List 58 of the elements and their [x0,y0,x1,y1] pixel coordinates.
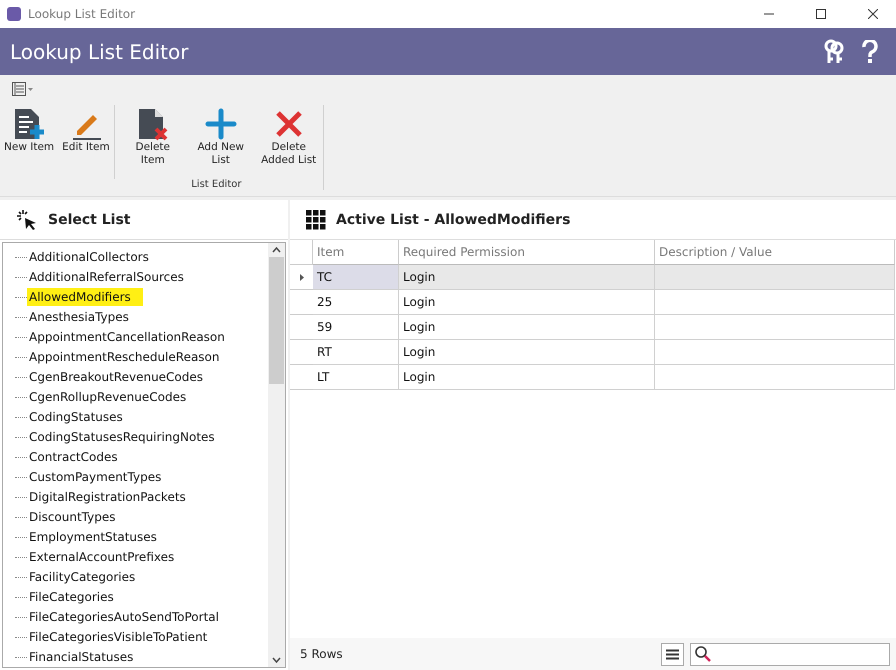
app-logo-icon [6,6,22,22]
list-item[interactable]: CgenRollupRevenueCodes [27,388,198,406]
ribbon-menu-icon[interactable] [12,82,34,96]
table-cell: Login [399,265,655,290]
list-item[interactable]: FacilityCategories [27,568,148,586]
list-item[interactable]: FileCategoriesVisibleToPatient [27,628,220,646]
table-cell: LT [313,365,399,390]
row-pointer-icon [300,274,304,280]
table-cell: 25 [313,290,399,315]
header-corner [290,240,313,265]
list-item[interactable]: CodingStatusesRequiringNotes [27,428,227,446]
list-item[interactable]: CodingStatuses [27,408,135,426]
table-cell: RT [313,340,399,365]
list-item[interactable]: AnesthesiaTypes [27,308,141,326]
list-item[interactable]: AllowedModifiers [27,288,143,306]
ribbon-button[interactable]: Delete Item [118,105,187,179]
menu-button[interactable] [661,642,684,666]
table-cell: 59 [313,315,399,340]
panel-title: Active List - AllowedModifiers [336,212,570,228]
panel-title: Select List [48,212,130,228]
header-title: Lookup List Editor [10,40,190,64]
list-item[interactable]: FinancialStatuses [27,648,146,666]
list-item[interactable]: DigitalRegistrationPackets [27,488,198,506]
search-icon [694,645,712,663]
plus-icon [204,107,237,141]
list-item[interactable]: DiscountTypes [27,508,128,526]
table-cell: Login [399,340,655,365]
list-item[interactable]: AdditionalReferralSources [27,268,196,286]
ribbon-button[interactable]: Delete Added List [254,105,323,179]
search-field[interactable] [690,642,890,666]
list-item[interactable]: AppointmentRescheduleReason [27,348,232,366]
row-count: 5 Rows [300,647,344,661]
group-label: List Editor [190,179,242,190]
document-plus-icon [13,107,46,141]
cursor-click-icon [16,208,38,230]
list-item[interactable]: EmploymentStatuses [27,528,169,546]
window-title: Lookup List Editor [28,7,136,21]
close-icon [868,9,878,19]
document-delete-icon [136,107,169,141]
list-item[interactable]: AdditionalCollectors [27,248,161,266]
grid-icon [306,210,326,230]
maximize-icon [816,9,826,19]
list-item[interactable]: CgenBreakoutRevenueCodes [27,368,216,386]
list-item[interactable]: FileCategoriesAutoSendToPortal [27,608,231,626]
table-cell: Login [399,365,655,390]
scrollbar[interactable] [268,243,285,667]
ribbon-button[interactable]: Add New List [186,105,255,179]
list-item[interactable]: AppointmentCancellationReason [27,328,237,346]
table-cell: TC [313,265,399,290]
list-item[interactable]: ExternalAccountPrefixes [27,548,186,566]
menu-icon [666,648,679,660]
table-cell: Login [399,315,655,340]
ribbon-button[interactable]: New Item [0,105,58,179]
list-item[interactable]: FileCategories [27,588,126,606]
list-item[interactable]: CustomPaymentTypes [27,468,174,486]
table-cell: Login [399,290,655,315]
list-item[interactable]: ContractCodes [27,448,130,466]
ribbon-button[interactable]: Edit Item [58,105,115,179]
